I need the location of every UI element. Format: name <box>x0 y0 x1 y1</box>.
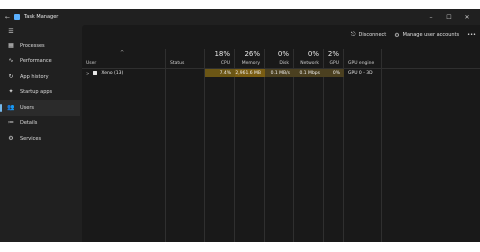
column-header-gpu: GPU <box>329 61 340 66</box>
disconnect-label: Disconnect <box>358 32 387 38</box>
hamburger-icon: ☰ <box>8 27 14 35</box>
menu-button[interactable]: ☰ <box>0 25 80 38</box>
window-title: Task Manager <box>24 14 59 20</box>
minimize-button[interactable]: – <box>422 14 440 21</box>
sidebar-item-services[interactable]: ⚙ Services <box>0 131 80 147</box>
network-cell: 0.1 Mbps <box>294 69 324 77</box>
memory-cell: 2,961.6 MB <box>235 69 265 77</box>
sidebar: ☰ ▦ Processes ∿ Performance ↻ App histor… <box>0 25 80 242</box>
column-header-status: Status <box>170 61 185 66</box>
users-icon: 👥 <box>7 103 15 111</box>
sort-arrow-icon: ^ <box>120 50 125 56</box>
column-header-gpu-engine: GPU engine <box>348 61 375 66</box>
memory-total-percent: 26% <box>244 50 260 58</box>
user-cell: > Xeno (13) <box>82 69 166 77</box>
performance-icon: ∿ <box>8 57 14 65</box>
task-manager-window: ← Task Manager – ☐ ✕ ☰ ▦ Processes ∿ Per… <box>0 9 480 242</box>
expand-chevron-icon[interactable]: > <box>86 71 89 76</box>
disk-total-percent: 0% <box>277 50 289 58</box>
column-gpu[interactable]: 2% GPU <box>324 49 344 242</box>
manage-user-accounts-button[interactable]: ⚙ Manage user accounts <box>394 32 459 39</box>
processes-icon: ▦ <box>8 41 14 49</box>
back-icon[interactable]: ← <box>5 14 10 21</box>
column-disk[interactable]: 0% Disk <box>265 49 294 242</box>
more-options-icon: ••• <box>467 32 476 38</box>
startup-icon: ✦ <box>8 88 14 96</box>
manage-user-accounts-label: Manage user accounts <box>402 32 460 38</box>
sidebar-item-label: Processes <box>20 42 45 49</box>
sidebar-item-startup-apps[interactable]: ✦ Startup apps <box>0 85 80 101</box>
column-header-network: Network <box>300 61 319 66</box>
users-table: ^ User Status 18% CPU 26% Memory 0% Disk… <box>82 49 480 242</box>
close-button[interactable]: ✕ <box>458 14 476 21</box>
column-header-disk: Disk <box>279 61 289 66</box>
column-user[interactable]: ^ User <box>82 49 166 242</box>
table-row[interactable]: > Xeno (13) 7.4% 2,961.6 MB 0.1 MB/s 0.1… <box>82 69 480 77</box>
user-icon <box>93 71 98 75</box>
sidebar-item-label: App history <box>20 73 49 80</box>
gpu-total-percent: 2% <box>327 50 339 58</box>
column-memory[interactable]: 26% Memory <box>235 49 265 242</box>
column-header-cpu: CPU <box>220 61 230 66</box>
history-icon: ↻ <box>8 72 14 80</box>
gpu-engine-cell: GPU 0 - 3D <box>348 70 373 76</box>
user-name: Xeno (13) <box>101 70 124 76</box>
gpu-cell: 0% <box>324 69 344 77</box>
sidebar-item-label: Services <box>20 135 42 142</box>
network-total-percent: 0% <box>307 50 319 58</box>
status-cell <box>166 69 205 77</box>
sidebar-item-app-history[interactable]: ↻ App history <box>0 69 80 85</box>
column-status[interactable]: Status <box>166 49 205 242</box>
disk-cell: 0.1 MB/s <box>265 69 294 77</box>
column-cpu[interactable]: 18% CPU <box>205 49 235 242</box>
toolbar: ⎋ Disconnect ⚙ Manage user accounts ••• <box>351 31 476 39</box>
sidebar-item-label: Users <box>20 104 35 111</box>
maximize-button[interactable]: ☐ <box>440 14 458 21</box>
manage-accounts-icon: ⚙ <box>394 31 400 39</box>
column-gpu-engine[interactable]: GPU engine <box>344 49 382 242</box>
disconnect-icon: ⎋ <box>350 31 356 38</box>
sidebar-item-users[interactable]: 👥 Users <box>0 100 80 116</box>
column-network[interactable]: 0% Network <box>294 49 324 242</box>
sidebar-item-processes[interactable]: ▦ Processes <box>0 38 80 54</box>
sidebar-item-label: Performance <box>20 58 52 65</box>
task-manager-app-icon <box>14 14 21 20</box>
column-header-memory: Memory <box>241 61 260 66</box>
details-icon: ≔ <box>8 119 14 127</box>
sidebar-item-details[interactable]: ≔ Details <box>0 116 80 132</box>
services-icon: ⚙ <box>8 134 14 142</box>
title-bar: ← Task Manager – ☐ ✕ <box>0 9 480 25</box>
users-panel: ⎋ Disconnect ⚙ Manage user accounts ••• … <box>82 25 480 242</box>
sidebar-item-performance[interactable]: ∿ Performance <box>0 54 80 70</box>
cpu-total-percent: 18% <box>214 50 230 58</box>
column-header-user: User <box>86 61 97 66</box>
sidebar-item-label: Details <box>20 120 38 127</box>
disconnect-button[interactable]: ⎋ Disconnect <box>351 31 387 39</box>
sidebar-item-label: Startup apps <box>20 89 53 96</box>
more-options-button[interactable]: ••• <box>467 32 476 38</box>
cpu-cell: 7.4% <box>205 69 235 77</box>
